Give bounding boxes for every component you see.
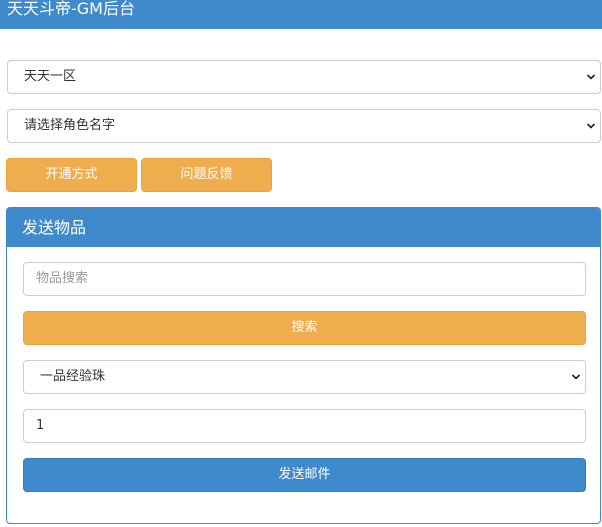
panel-heading: 发送物品: [7, 208, 600, 247]
server-select[interactable]: 天天一区: [7, 60, 601, 94]
chevron-down-icon: [586, 123, 596, 129]
app-header: 天天斗帝-GM后台: [0, 0, 602, 29]
open-method-label: 开通方式: [45, 167, 98, 182]
item-search-placeholder: 物品搜索: [36, 271, 89, 286]
quantity-value: 1: [36, 418, 45, 433]
search-button-label: 搜索: [291, 320, 318, 335]
item-select-value: 一品经验珠: [40, 369, 106, 384]
role-select-value: 请选择角色名字: [24, 118, 116, 133]
feedback-label: 问题反馈: [180, 167, 233, 182]
panel-title: 发送物品: [22, 218, 87, 237]
send-mail-label: 发送邮件: [278, 467, 331, 482]
quantity-input[interactable]: 1: [23, 409, 586, 443]
send-mail-button[interactable]: 发送邮件: [23, 458, 586, 492]
chevron-down-icon: [571, 374, 581, 380]
item-select[interactable]: 一品经验珠: [23, 360, 586, 394]
page-title: 天天斗帝-GM后台: [7, 0, 135, 18]
search-button[interactable]: 搜索: [23, 311, 586, 345]
role-select[interactable]: 请选择角色名字: [7, 109, 601, 143]
item-search-input[interactable]: 物品搜索: [23, 262, 586, 296]
send-item-panel: 发送物品 物品搜索 搜索 一品经验珠 1 发送邮件: [6, 207, 601, 524]
feedback-button[interactable]: 问题反馈: [141, 158, 272, 192]
server-select-value: 天天一区: [24, 69, 77, 84]
open-method-button[interactable]: 开通方式: [6, 158, 137, 192]
chevron-down-icon: [586, 74, 596, 80]
